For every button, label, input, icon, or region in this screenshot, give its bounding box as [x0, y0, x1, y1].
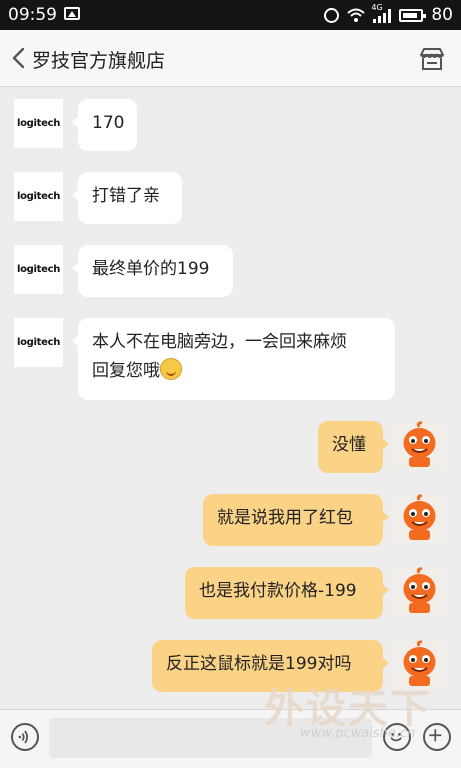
- chat-area[interactable]: logitech 170 logitech 打错了亲 logitech 最终单价…: [0, 87, 461, 709]
- battery-level: 80: [431, 5, 453, 25]
- message-bubble[interactable]: 打错了亲: [72, 172, 182, 224]
- message-text: 就是说我用了红包: [217, 508, 353, 528]
- message-text: 也是我付款价格-199: [199, 581, 357, 601]
- message-text: 没懂: [332, 435, 366, 455]
- battery-icon: [399, 8, 427, 22]
- status-bar: 09:59 4G 80: [0, 0, 461, 30]
- status-time: 09:59: [8, 5, 57, 25]
- voice-icon[interactable]: [11, 723, 39, 751]
- user-avatar[interactable]: [395, 640, 444, 689]
- message-input[interactable]: [49, 718, 372, 758]
- user-avatar[interactable]: [395, 567, 444, 616]
- emoji-icon[interactable]: [383, 723, 411, 751]
- image-notification-icon: [64, 7, 80, 20]
- signal-icon: 4G: [371, 3, 392, 23]
- message-text-line: 回复您哦: [92, 361, 160, 381]
- input-bar: [0, 709, 461, 768]
- message-text: 反正这鼠标就是199对吗: [166, 654, 352, 674]
- message-bubble[interactable]: 反正这鼠标就是199对吗: [152, 640, 389, 692]
- message-bubble[interactable]: 170: [72, 99, 137, 151]
- message-text: 170: [92, 113, 125, 133]
- message-text: 最终单价的199: [92, 259, 210, 279]
- logitech-logo: logitech: [16, 118, 61, 129]
- page-title: 罗技官方旗舰店: [32, 50, 166, 72]
- logitech-logo: logitech: [16, 191, 61, 202]
- message-text: 打错了亲: [92, 186, 160, 206]
- shy-emoji-icon: [160, 358, 182, 380]
- store-avatar[interactable]: logitech: [14, 318, 63, 367]
- message-bubble[interactable]: 最终单价的199: [72, 245, 233, 297]
- store-avatar[interactable]: logitech: [14, 99, 63, 148]
- user-avatar[interactable]: [395, 421, 444, 470]
- alarm-icon: [324, 7, 340, 23]
- chevron-left-icon[interactable]: [8, 46, 32, 70]
- store-avatar[interactable]: logitech: [14, 172, 63, 221]
- message-text-line: 本人不在电脑旁边，一会回来麻烦: [92, 332, 347, 352]
- network-type: 4G: [371, 2, 383, 12]
- store-avatar[interactable]: logitech: [14, 245, 63, 294]
- message-bubble[interactable]: 本人不在电脑旁边，一会回来麻烦 回复您哦: [72, 318, 395, 400]
- user-avatar[interactable]: [395, 494, 444, 543]
- wifi-icon: [347, 8, 366, 22]
- chat-header: 罗技官方旗舰店: [0, 30, 461, 87]
- logitech-logo: logitech: [16, 337, 61, 348]
- store-icon[interactable]: [419, 47, 445, 71]
- status-icons: 4G 80: [324, 3, 453, 25]
- message-bubble[interactable]: 也是我付款价格-199: [185, 567, 389, 619]
- message-bubble[interactable]: 就是说我用了红包: [203, 494, 389, 546]
- logitech-logo: logitech: [16, 264, 61, 275]
- message-bubble[interactable]: 没懂: [318, 421, 389, 473]
- plus-icon[interactable]: [423, 723, 451, 751]
